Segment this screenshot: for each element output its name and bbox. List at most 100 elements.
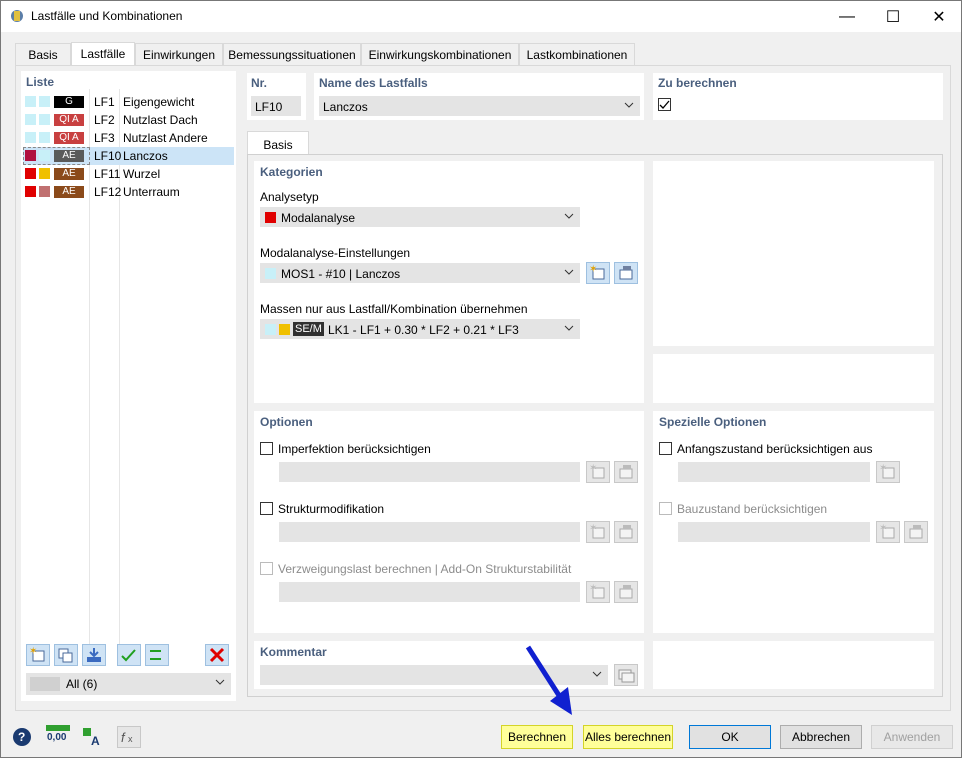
inner-tab-basis[interactable]: Basis (247, 131, 309, 155)
text-button[interactable]: A (81, 726, 105, 748)
new-imperfektion-button: ✶ (586, 461, 610, 483)
new-loadcase-button[interactable]: ✶ (26, 644, 50, 666)
imperfektion-label: Imperfektion berücksichtigen (278, 442, 431, 456)
analysetyp-dropdown[interactable]: Modalanalyse (260, 207, 580, 227)
edit-struktur-button (614, 521, 638, 543)
verzweigung-label: Verzweigungslast berechnen | Add-On Stru… (278, 562, 572, 576)
filter-dropdown[interactable]: All (6) (26, 673, 231, 695)
new-icon: ✶ (879, 463, 895, 479)
berechnen-button[interactable]: Berechnen (501, 725, 573, 749)
chevron-down-icon (564, 269, 574, 275)
edit-verzweigung-button (614, 581, 638, 603)
tab-bemessungssituationen[interactable]: Bemessungssituationen (223, 43, 361, 65)
spezielle-title: Spezielle Optionen (659, 415, 767, 429)
name-dropdown[interactable]: Lanczos (319, 96, 640, 116)
tab-label: Einwirkungskombinationen (368, 48, 512, 62)
anfang-checkbox[interactable] (659, 442, 672, 455)
name-value: Lanczos (323, 100, 368, 114)
edit-icon (619, 585, 633, 599)
tab-lastkombinationen[interactable]: Lastkombinationen (519, 43, 635, 65)
anfang-field (678, 462, 870, 482)
formula-icon: fx (121, 730, 133, 745)
bauzustand-checkbox (659, 502, 672, 515)
struktur-checkbox[interactable] (260, 502, 273, 515)
list-item[interactable]: AE LF12 Unterraum (23, 183, 234, 201)
app-icon (11, 10, 23, 22)
list-item-id: LF3 (94, 131, 115, 145)
list-item-color (39, 150, 50, 161)
ok-button[interactable]: OK (689, 725, 771, 749)
tab-label: Lastkombinationen (526, 48, 628, 62)
chevron-down-icon (564, 213, 574, 219)
text-icon: A (83, 728, 100, 748)
tab-einwirkungen[interactable]: Einwirkungen (135, 43, 223, 65)
kategorien-panel: Kategorien Analysetyp Modalanalyse Modal… (254, 161, 644, 403)
formula-button[interactable]: fx (117, 726, 141, 748)
massen-swatch (279, 324, 290, 335)
spezielle-panel: Spezielle Optionen Anfangszustand berück… (653, 411, 934, 633)
svg-text:✶: ✶ (589, 264, 597, 275)
list-item[interactable]: AE LF11 Wurzel (23, 165, 234, 183)
calc-checkbox[interactable] (658, 98, 671, 111)
list-item-name: Nutzlast Andere (123, 131, 208, 145)
imperfektion-field (279, 462, 580, 482)
nr-field[interactable]: LF10 (251, 96, 301, 116)
new-icon: ✶ (589, 523, 605, 539)
tab-lastfaelle[interactable]: Lastfälle (71, 42, 135, 66)
analysetyp-value: Modalanalyse (281, 211, 356, 225)
delete-button[interactable] (205, 644, 229, 666)
close-button[interactable]: ✕ (916, 1, 962, 32)
abbrechen-button[interactable]: Abbrechen (780, 725, 862, 749)
imperfektion-checkbox[interactable] (260, 442, 273, 455)
list-panel: Liste G LF1 Eigengewicht QI A LF2 Nutzlast Da… (21, 71, 236, 701)
help-button[interactable]: ? (11, 726, 35, 748)
list-item-color (25, 114, 36, 125)
list-item-color (39, 168, 50, 179)
new-modal-button[interactable]: ✶ (586, 262, 610, 284)
new-struktur-button: ✶ (586, 521, 610, 543)
maximize-icon: ☐ (885, 8, 901, 26)
list-item-id: LF11 (94, 167, 121, 181)
list-item-color (25, 132, 36, 143)
renumber-button[interactable] (145, 644, 169, 666)
list-item[interactable]: QI A LF2 Nutzlast Dach (23, 111, 234, 129)
name-panel: Name des Lastfalls Lanczos (314, 73, 644, 120)
import-button[interactable] (82, 644, 106, 666)
list-item-name: Wurzel (123, 167, 161, 181)
nr-value: LF10 (255, 100, 283, 114)
check-all-button[interactable] (117, 644, 141, 666)
kommentar-library-button[interactable] (614, 664, 638, 686)
new-icon: ✶ (879, 523, 895, 539)
alles-berechnen-button[interactable]: Alles berechnen (583, 725, 673, 749)
edit-modal-button[interactable] (614, 262, 638, 284)
list-item-name: Nutzlast Dach (123, 113, 198, 127)
bauzustand-label: Bauzustand berücksichtigen (677, 502, 828, 516)
list-item[interactable]: AE LF10 Lanczos (23, 147, 234, 165)
chevron-down-icon (564, 325, 574, 331)
calc-panel: Zu berechnen (653, 73, 943, 120)
struktur-field (279, 522, 580, 542)
minimize-button[interactable]: — (824, 1, 870, 32)
list-item[interactable]: QI A LF3 Nutzlast Andere (23, 129, 234, 147)
title-bar: Lastfälle und Kombinationen — ☐ ✕ (1, 1, 961, 32)
tab-basis[interactable]: Basis (15, 43, 71, 65)
list-item-tag: AE (54, 168, 84, 180)
tab-einwirkungskombinationen[interactable]: Einwirkungskombinationen (361, 43, 519, 65)
list-item-name: Lanczos (123, 149, 168, 163)
svg-text:✶: ✶ (29, 646, 37, 657)
list-item-name: Unterraum (123, 185, 180, 199)
maximize-button[interactable]: ☐ (870, 1, 916, 32)
verzweigung-field (279, 582, 580, 602)
bauzustand-field (678, 522, 870, 542)
modal-value: MOS1 - #10 | Lanczos (281, 267, 401, 281)
copy-button[interactable] (54, 644, 78, 666)
massen-dropdown[interactable]: SE/M LK1 - LF1 + 0.30 * LF2 + 0.21 * LF3 (260, 319, 580, 339)
modal-dropdown[interactable]: MOS1 - #10 | Lanczos (260, 263, 580, 283)
list-item-tag: QI A (54, 114, 84, 126)
calc-label: Zu berechnen (658, 76, 737, 90)
svg-text:?: ? (18, 730, 25, 744)
dialog-window: Lastfälle und Kombinationen — ☐ ✕ Basis … (0, 0, 962, 758)
list-item[interactable]: G LF1 Eigengewicht (23, 93, 234, 111)
units-button[interactable]: 0,00 (46, 725, 70, 747)
massen-swatch (265, 324, 276, 335)
